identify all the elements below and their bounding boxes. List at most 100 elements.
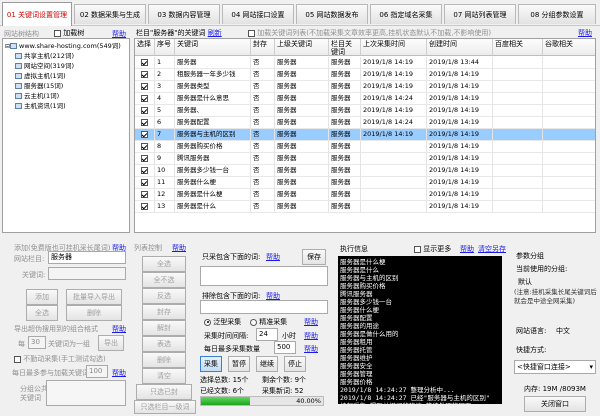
batch-import-export-button[interactable]: 批量导入导出 <box>66 289 122 305</box>
row-checkbox[interactable] <box>141 70 148 78</box>
tree-item-web-space[interactable]: 网站空间(319词) <box>15 61 74 71</box>
keyword-input[interactable] <box>48 267 126 280</box>
col-header-column-kw[interactable]: 栏目关键词 <box>329 39 361 56</box>
pause-button[interactable]: 暂停 <box>228 356 250 372</box>
log-clear-link[interactable]: 清空 <box>478 244 492 254</box>
site-tree[interactable]: ⊟ www.share-hosting.com(549词) 共享主机(212词) … <box>2 38 130 233</box>
row-checkbox[interactable] <box>141 142 148 150</box>
row-checkbox[interactable] <box>141 82 148 90</box>
tab-keyword-settings[interactable]: 01 关键词设置管理 <box>2 2 72 26</box>
list-seal-button[interactable]: 封存 <box>142 304 186 320</box>
row-checkbox[interactable] <box>141 178 148 186</box>
no-collect-checkbox[interactable]: 不勤动采集(手工测试勾选) <box>14 354 106 364</box>
exclude-words-input[interactable] <box>200 300 328 314</box>
quick-access-select[interactable]: <快捷窗口连接> ▾ <box>514 360 596 374</box>
list-mark-button[interactable]: 表选 <box>142 336 186 352</box>
row-select-cell[interactable] <box>135 69 155 81</box>
table-row[interactable]: 8 服务器购买价格否服务器 服务器 2019/1/8 14:19 <box>135 141 595 153</box>
table-row[interactable]: 6 服务器配置否服务器 服务器 2019/1/8 14:24 2019/1/8 14:1… <box>135 117 595 129</box>
export-button[interactable]: 导出 <box>98 335 124 351</box>
table-row[interactable]: 7 服务器与主机的区别否服务器 服务器 2019/1/8 14:19 2019/1/8 … <box>135 129 595 141</box>
col-header-keyword[interactable]: 关键词 <box>175 39 251 56</box>
row-checkbox[interactable] <box>141 154 148 162</box>
log-help-link[interactable]: 帮助 <box>460 244 474 254</box>
row-select-cell[interactable] <box>135 105 155 117</box>
row-checkbox[interactable] <box>141 58 148 66</box>
col-header-no[interactable]: 序号 <box>155 39 175 56</box>
tree-item-virtual-host[interactable]: 虚拟主机(1词) <box>15 71 66 81</box>
table-row[interactable]: 5 服务器、否服务器 服务器 2019/1/8 14:19 2019/1/8 14:19 <box>135 105 595 117</box>
tree-item-shared-host[interactable]: 共享主机(212词) <box>15 51 74 61</box>
list-select-sealed-button[interactable]: 只选已封 <box>136 384 192 400</box>
tree-item-server[interactable]: 服务器(15词) <box>15 81 63 91</box>
interval-help-link[interactable]: 帮助 <box>304 331 318 341</box>
row-select-cell[interactable] <box>135 177 155 189</box>
row-checkbox[interactable] <box>141 190 148 198</box>
row-checkbox[interactable] <box>141 106 148 114</box>
list-invert-button[interactable]: 反选 <box>142 288 186 304</box>
col-header-created[interactable]: 创建时间 <box>427 39 493 56</box>
row-checkbox[interactable] <box>141 202 148 210</box>
list-delete-button[interactable]: 删除 <box>142 352 186 368</box>
mode-help-link[interactable]: 帮助 <box>304 317 318 327</box>
table-row[interactable]: 1 服务器否服务器 服务器 2019/1/8 14:19 2019/1/8 13:44 <box>135 57 595 69</box>
row-select-cell[interactable] <box>135 129 155 141</box>
keyword-grid[interactable]: 选择 序号 关键词 封存 上级关键词 栏目关键词 上次采集时间 创建时间 百度相… <box>134 38 596 233</box>
table-row[interactable]: 2 租服务器一年多少钱否服务器 服务器 2019/1/8 14:19 2019/1/8 … <box>135 69 595 81</box>
tree-item-host-news[interactable]: 主机资讯(1词) <box>15 101 66 111</box>
include-help-link[interactable]: 帮助 <box>266 252 280 262</box>
tree-item-cloud-host[interactable]: 云主机(1词) <box>15 91 59 101</box>
table-row[interactable]: 12 服务器是什么梗否服务器 服务器 2019/1/8 14:19 <box>135 189 595 201</box>
row-select-cell[interactable] <box>135 201 155 213</box>
group-keywords-box[interactable] <box>46 380 126 406</box>
row-checkbox[interactable] <box>141 130 148 138</box>
col-header-select[interactable]: 选择 <box>135 39 155 56</box>
log-save-link[interactable]: 另存 <box>492 244 506 254</box>
add-keyword-button[interactable]: 添加 <box>26 289 58 305</box>
col-header-baidu[interactable]: 百度相关 <box>493 39 543 56</box>
execution-log[interactable]: 服务器是什么梗 服务器是什么 服务器与主机的区别 服务器购买价格 腾讯服务器 服务器多少钱… <box>338 256 502 404</box>
tab-domain-collect[interactable]: 06 指定域名采集 <box>370 4 442 24</box>
list-select-all-button[interactable]: 全选 <box>142 256 186 272</box>
table-row[interactable]: 11 服务器什么梗否服务器 服务器 2019/1/8 14:19 <box>135 177 595 189</box>
site-column-field[interactable]: 服务器 <box>48 251 126 264</box>
list-clear-button[interactable]: 清空 <box>142 368 186 384</box>
table-row[interactable]: 9 腾讯服务器否服务器 服务器 2019/1/8 14:19 <box>135 153 595 165</box>
row-checkbox[interactable] <box>141 166 148 174</box>
continue-button[interactable]: 继续 <box>256 356 278 372</box>
table-row[interactable]: 3 服务器类型否服务器 服务器 2019/1/8 14:19 2019/1/8 14:1… <box>135 81 595 93</box>
max-help-link[interactable]: 帮助 <box>304 344 318 354</box>
row-select-cell[interactable] <box>135 93 155 105</box>
collect-button[interactable]: 采集 <box>200 356 222 372</box>
table-row[interactable]: 4 服务器是什么意思否服务器 服务器 2019/1/8 14:24 2019/1/8 1… <box>135 93 595 105</box>
row-select-cell[interactable] <box>135 165 155 177</box>
tab-content-manage[interactable]: 03 数据内容管理 <box>148 4 220 24</box>
include-words-input[interactable] <box>200 266 328 286</box>
row-select-cell[interactable] <box>135 153 155 165</box>
save-filter-button[interactable]: 保存 <box>302 249 326 265</box>
row-select-cell[interactable] <box>135 141 155 153</box>
delete-button[interactable]: 删除 <box>66 305 122 321</box>
per-count-input[interactable]: 30 <box>28 336 46 349</box>
daily-help-link[interactable]: 帮助 <box>112 368 126 378</box>
tab-site-interface[interactable]: 04 网站接口设置 <box>222 4 294 24</box>
table-row[interactable]: 13 服务器是什么否服务器 服务器 2019/1/8 14:19 <box>135 201 595 213</box>
list-select-top-level-button[interactable]: 只选栏目一级词 <box>134 400 196 414</box>
load-keyword-option[interactable]: 加载关键词列表(不加载采集文章效率更高,挂机状态默认不加载,不影响使用) <box>248 28 491 38</box>
load-tree-checkbox[interactable]: 加载树 <box>54 28 84 38</box>
tab-site-publish[interactable]: 05 网站数据发布 <box>296 4 368 24</box>
row-select-cell[interactable] <box>135 81 155 93</box>
tab-data-collect[interactable]: 02 数据采集与生成 <box>74 4 146 24</box>
mode-exact-radio[interactable]: 精准采集 <box>250 317 287 327</box>
mode-broad-radio[interactable]: 泛型采集 <box>204 317 241 327</box>
close-window-button[interactable]: 关闭窗口 <box>524 396 586 412</box>
list-select-none-button[interactable]: 全不选 <box>142 272 186 288</box>
show-more-checkbox[interactable]: 显示更多 <box>414 244 451 254</box>
row-select-cell[interactable] <box>135 117 155 129</box>
col-header-parent[interactable]: 上级关键词 <box>275 39 329 56</box>
select-all-button[interactable]: 全选 <box>26 305 58 321</box>
col-header-google[interactable]: 谷歌相关 <box>543 39 595 56</box>
list-unseal-button[interactable]: 解封 <box>142 320 186 336</box>
tab-group-params[interactable]: 08 分组参数设置 <box>518 4 596 24</box>
row-select-cell[interactable] <box>135 57 155 69</box>
